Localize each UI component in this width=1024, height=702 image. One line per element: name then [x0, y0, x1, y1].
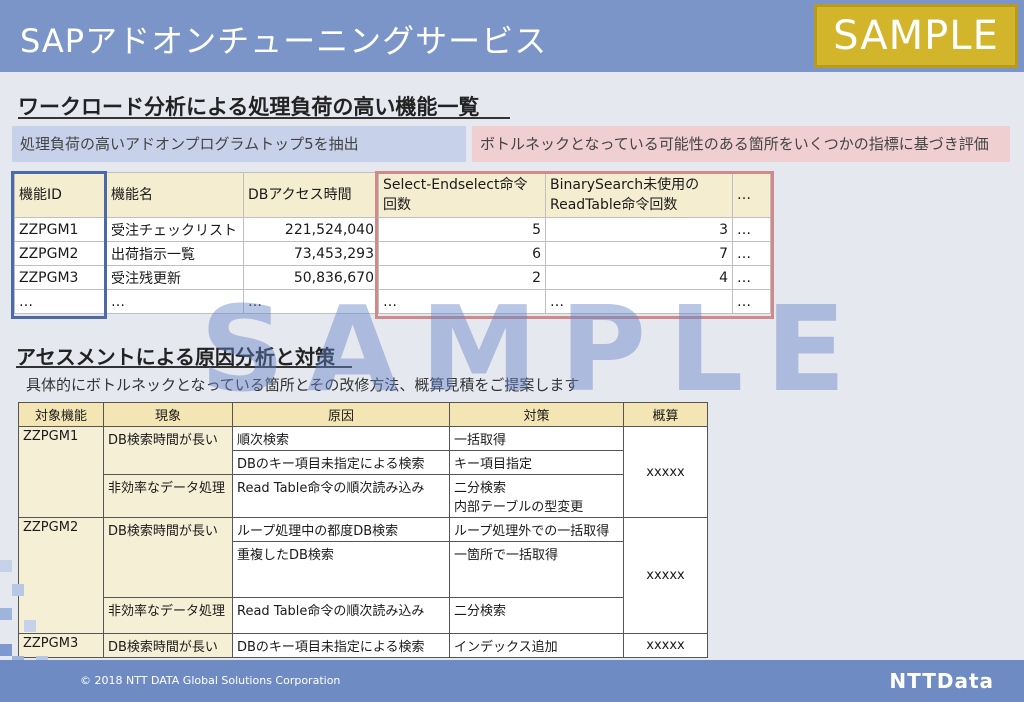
cell: 受注チェックリスト: [106, 217, 244, 242]
table-row: 非効率なデータ処理 Read Table命令の順次読み込み 二分検索内部テーブル…: [19, 474, 708, 518]
section2-underline: [16, 366, 352, 368]
header-cell: 原因: [232, 402, 450, 427]
header-line: ReadTable命令回数: [550, 197, 678, 213]
header-line: BinarySearch未使用の: [550, 177, 700, 193]
assessment-table: 対象機能 現象 原因 対策 概算 ZZPGM1 DB検索時間が長い 順次検索 一…: [18, 402, 708, 658]
estimate-cell: xxxxx: [623, 633, 708, 658]
cell: 受注残更新: [106, 265, 244, 290]
header-cell: 機能ID: [14, 172, 107, 218]
footer-bar: © 2018 NTT DATA Global Solutions Corpora…: [0, 660, 1024, 702]
cause-cell: ループ処理中の都度DB検索: [232, 517, 450, 542]
table-row: ZZPGM1 DB検索時間が長い 順次検索 一括取得 xxxxx: [18, 426, 708, 518]
cell: 50,836,670: [243, 265, 379, 290]
measure-cell: インデックス追加: [449, 633, 624, 658]
cell: ZZPGM2: [14, 241, 107, 266]
measure-line: 二分検索: [454, 481, 507, 496]
cause-cell: Read Table命令の順次読み込み: [232, 597, 450, 634]
note-right: ボトルネックとなっている可能性のある箇所をいくつかの指標に基づき評価: [472, 126, 1010, 162]
cell: ZZPGM1: [14, 217, 107, 242]
note-left: 処理負荷の高いアドオンプログラムトップ5を抽出: [12, 126, 466, 162]
phenomenon-cell: DB検索時間が長い: [103, 633, 233, 658]
cause-cell: DBのキー項目未指定による検索: [232, 633, 450, 658]
cell: 221,524,040: [243, 217, 379, 242]
header-cell: BinarySearch未使用の ReadTable命令回数: [545, 172, 733, 218]
target-cell: ZZPGM3: [18, 633, 104, 658]
header-cell: 機能名: [106, 172, 244, 218]
measure-cell: 二分検索: [449, 597, 624, 634]
cell: 5: [378, 217, 546, 242]
header-line: 回数: [383, 197, 411, 213]
section1-underline: [18, 117, 510, 119]
header-bar: SAPアドオンチューニングサービス SAMPLE: [0, 0, 1024, 72]
section2-subtitle: 具体的にボトルネックとなっている箇所とその改修方法、概算見積をご提案します: [26, 376, 580, 394]
cell: …: [732, 265, 771, 290]
measure-cell: 一括取得: [449, 426, 624, 451]
function-table: 機能ID 機能名 DBアクセス時間 Select-Endselect命令 回数 B…: [14, 172, 771, 314]
phenomenon-cell: 非効率なデータ処理: [103, 474, 233, 518]
phenomenon-cell: 非効率なデータ処理: [103, 597, 233, 634]
cell: …: [545, 289, 733, 314]
measure-cell: キー項目指定: [449, 450, 624, 475]
estimate-cell: xxxxx: [623, 426, 708, 518]
cell: …: [106, 289, 244, 314]
cell: …: [732, 241, 771, 266]
measure-cell: 二分検索内部テーブルの型変更: [449, 474, 624, 518]
cause-cell: 順次検索: [232, 426, 450, 451]
cause-cell: 重複したDB検索: [232, 541, 450, 598]
cell: …: [732, 289, 771, 314]
cell: 2: [378, 265, 546, 290]
cell: 7: [545, 241, 733, 266]
header-cell: 現象: [103, 402, 233, 427]
table-row: ZZPGM1 受注チェックリスト 221,524,040 5 3 …: [14, 217, 771, 242]
measure-cell: 一箇所で一括取得: [449, 541, 624, 598]
estimate-cell: xxxxx: [623, 517, 708, 634]
header-cell: …: [732, 172, 771, 218]
table-header-row: 対象機能 現象 原因 対策 概算: [18, 402, 708, 427]
cell: 73,453,293: [243, 241, 379, 266]
header-line: Select-Endselect命令: [383, 177, 528, 193]
header-cell: 概算: [623, 402, 708, 427]
cause-cell: DBのキー項目未指定による検索: [232, 450, 450, 475]
cell: …: [243, 289, 379, 314]
measure-cell: ループ処理外での一括取得: [449, 517, 624, 542]
table-header-row: 機能ID 機能名 DBアクセス時間 Select-Endselect命令 回数 B…: [14, 172, 771, 218]
table-row: ZZPGM3 DB検索時間が長い DBのキー項目未指定による検索 インデックス追…: [18, 633, 708, 658]
target-cell: ZZPGM2: [18, 517, 104, 634]
cell: 出荷指示一覧: [106, 241, 244, 266]
cell: …: [732, 217, 771, 242]
header-cell: DBアクセス時間: [243, 172, 379, 218]
cell: ZZPGM3: [14, 265, 107, 290]
sample-badge: SAMPLE: [814, 4, 1018, 68]
phenomenon-cell: DB検索時間が長い: [103, 517, 233, 598]
cause-cell: Read Table命令の順次読み込み: [232, 474, 450, 518]
cell: …: [378, 289, 546, 314]
table-row: … … … … … …: [14, 289, 771, 314]
header-cell: Select-Endselect命令 回数: [378, 172, 546, 218]
table-row: 非効率なデータ処理 Read Table命令の順次読み込み 二分検索: [19, 597, 708, 634]
cell: 6: [378, 241, 546, 266]
measure-line: 内部テーブルの型変更: [454, 500, 584, 515]
cell: …: [14, 289, 107, 314]
header-cell: 対象機能: [18, 402, 104, 427]
table-row: ZZPGM3 受注残更新 50,836,670 2 4 …: [14, 265, 771, 290]
page-title: SAPアドオンチューニングサービス: [20, 22, 548, 60]
table-row: ZZPGM2 DB検索時間が長い ループ処理中の都度DB検索 ループ処理外での一…: [18, 517, 708, 634]
copyright: © 2018 NTT DATA Global Solutions Corpora…: [80, 674, 341, 687]
phenomenon-cell: DB検索時間が長い: [103, 426, 233, 475]
table-row: ZZPGM2 出荷指示一覧 73,453,293 6 7 …: [14, 241, 771, 266]
target-cell: ZZPGM1: [18, 426, 104, 518]
header-cell: 対策: [449, 402, 624, 427]
cell: 4: [545, 265, 733, 290]
cell: 3: [545, 217, 733, 242]
company-logo: NTTData: [889, 669, 994, 693]
